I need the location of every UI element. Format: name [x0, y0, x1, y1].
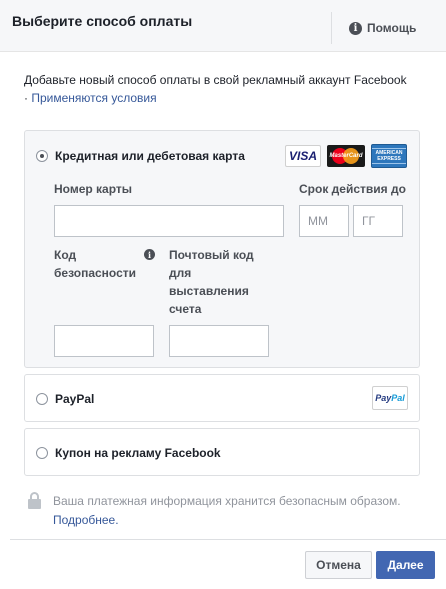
payment-method-dialog: Выберите способ оплаты i Помощь Добавьте…	[0, 0, 446, 589]
intro-description: Добавьте новый способ оплаты в свой рекл…	[24, 73, 407, 87]
intro-bullet: ·	[24, 91, 28, 105]
amex-logo: AMERICAN EXPRESS	[371, 144, 407, 168]
security-code-label: Код безопасности	[54, 246, 136, 282]
info-icon[interactable]: i	[144, 249, 155, 260]
learn-more-link[interactable]: Подробнее.	[53, 513, 119, 527]
lock-body	[28, 499, 41, 509]
info-icon: i	[349, 21, 362, 35]
cancel-button[interactable]: Отмена	[305, 551, 372, 579]
amex-stripe	[372, 163, 406, 164]
expiry-year-input[interactable]	[353, 205, 403, 237]
coupon-option-label: Купон на рекламу Facebook	[55, 446, 221, 460]
amex-stripe	[372, 148, 406, 149]
intro-text: Добавьте новый способ оплаты в свой рекл…	[24, 71, 424, 107]
paypal-logo-part2: Pal	[391, 393, 405, 403]
footer-divider	[10, 539, 446, 540]
help-button[interactable]: i Помощь	[349, 21, 416, 35]
paypal-logo-part1: Pay	[375, 393, 392, 403]
help-label: Помощь	[367, 21, 417, 35]
next-button[interactable]: Далее	[376, 551, 435, 579]
dialog-title: Выберите способ оплаты	[12, 13, 193, 29]
lock-icon	[28, 492, 41, 509]
card-number-input[interactable]	[54, 205, 284, 237]
security-code-label-line1: Код	[54, 248, 77, 262]
visa-logo: VISA	[285, 145, 321, 167]
dialog-header: Выберите способ оплаты i Помощь	[0, 0, 446, 52]
coupon-payment-option[interactable]: Купон на рекламу Facebook	[24, 428, 420, 476]
expiry-label: Срок действия до	[299, 182, 406, 196]
card-radio[interactable]	[36, 150, 48, 162]
security-code-input[interactable]	[54, 325, 154, 357]
header-divider	[331, 12, 332, 44]
coupon-radio[interactable]	[36, 447, 48, 459]
mastercard-logo-text: MasterCard	[329, 153, 363, 159]
postal-code-input[interactable]	[169, 325, 269, 357]
secure-note-description: Ваша платежная информация хранится безоп…	[53, 494, 401, 508]
card-payment-option: Кредитная или дебетовая карта VISA Maste…	[24, 130, 420, 368]
paypal-payment-option[interactable]: PayPal Pay Pal	[24, 374, 420, 422]
postal-code-label-line3: выставления	[169, 284, 249, 298]
postal-code-label-line1: Почтовый код	[169, 248, 254, 262]
postal-code-label-line4: счета	[169, 302, 202, 316]
security-code-label-line2: безопасности	[54, 266, 137, 280]
paypal-option-label: PayPal	[55, 392, 95, 406]
mastercard-logo: MasterCard	[327, 145, 365, 167]
paypal-logo: Pay Pal	[372, 386, 408, 410]
terms-link[interactable]: Применяются условия	[31, 91, 156, 105]
postal-code-label: Почтовый код для выставления счета	[169, 246, 254, 318]
postal-code-label-line2: для	[169, 266, 192, 280]
secure-note-text: Ваша платежная информация хранится безоп…	[53, 492, 413, 530]
card-number-label: Номер карты	[54, 182, 133, 196]
expiry-month-input[interactable]	[299, 205, 349, 237]
paypal-radio[interactable]	[36, 393, 48, 405]
card-option-label: Кредитная или дебетовая карта	[55, 149, 245, 163]
amex-logo-line2: EXPRESS	[377, 156, 401, 162]
